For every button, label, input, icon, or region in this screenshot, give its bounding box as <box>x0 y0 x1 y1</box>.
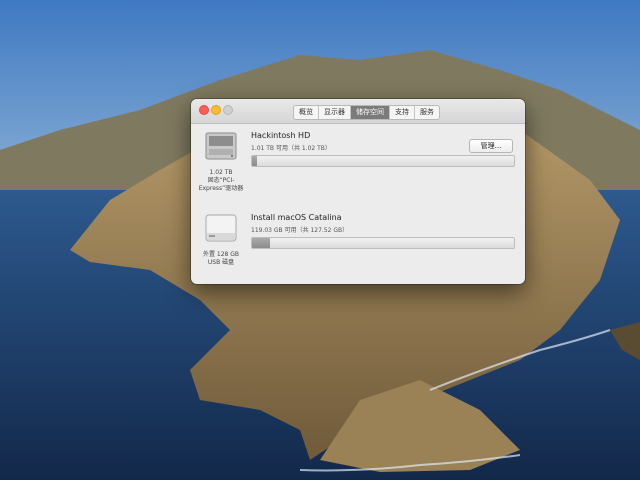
storage-usage-fill <box>252 238 271 248</box>
disk-caption: 1.02 TB 固态“PCI- Express”驱动器 <box>198 169 244 192</box>
internal-ssd-icon <box>205 132 237 160</box>
zoom-window-button[interactable] <box>223 105 233 115</box>
volume-capacity: 1.01 TB 可用（共 1.02 TB） <box>251 145 331 152</box>
disk-caption: 外置 128 GB USB 磁盘 <box>202 251 240 266</box>
volume-name: Hackintosh HD <box>251 131 311 140</box>
tab-service[interactable]: 服务 <box>415 106 439 119</box>
volume-row-install-macos: 外置 128 GB USB 磁盘 Install macOS Catalina … <box>191 211 525 279</box>
manage-button[interactable]: 管理... <box>469 139 513 153</box>
storage-usage-bar <box>251 155 515 167</box>
volume-row-hackintosh: 1.02 TB 固态“PCI- Express”驱动器 Hackintosh H… <box>191 127 525 197</box>
tab-support[interactable]: 支持 <box>390 106 415 119</box>
about-this-mac-window: 概览 显示器 储存空间 支持 服务 1.02 TB 固态“PCI- Expres… <box>191 99 525 284</box>
tab-overview[interactable]: 概览 <box>294 106 319 119</box>
storage-usage-bar <box>251 237 515 249</box>
external-usb-disk-icon <box>205 214 237 242</box>
volume-name: Install macOS Catalina <box>251 213 342 222</box>
volume-capacity: 119.03 GB 可用（共 127.52 GB） <box>251 227 349 234</box>
tab-storage[interactable]: 储存空间 <box>351 106 390 119</box>
minimize-window-button[interactable] <box>211 105 221 115</box>
storage-usage-fill <box>252 156 258 166</box>
tab-bar: 概览 显示器 储存空间 支持 服务 <box>293 105 440 120</box>
close-window-button[interactable] <box>199 105 209 115</box>
title-bar[interactable]: 概览 显示器 储存空间 支持 服务 <box>191 99 525 124</box>
tab-displays[interactable]: 显示器 <box>319 106 351 119</box>
